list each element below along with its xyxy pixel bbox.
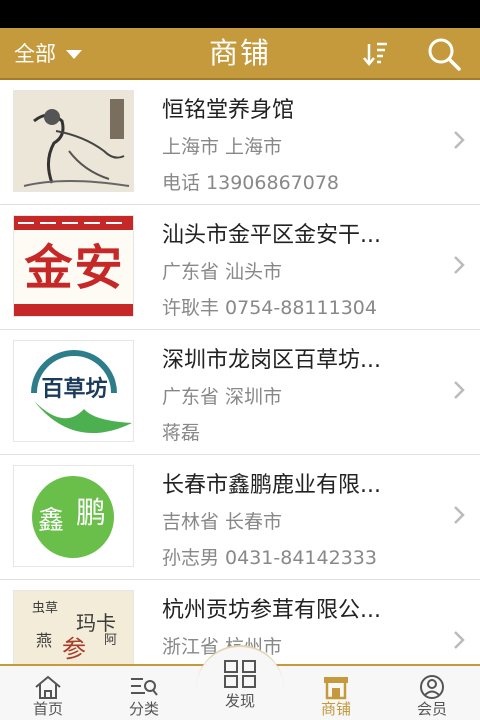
thumb-text: 鹏: [76, 496, 106, 531]
shop-region: 吉林省 长春市: [162, 511, 283, 533]
tab-member[interactable]: 会员: [384, 666, 480, 720]
shop-row[interactable]: 鑫 鹏 长春市鑫鹏鹿业有限... 吉林省 长春市 孙志男 0431-841423…: [0, 455, 480, 580]
shop-name: 长春市鑫鹏鹿业有限...: [162, 473, 381, 498]
shop-contact: 电话 13906867078: [162, 172, 340, 194]
tab-label: 首页: [32, 700, 63, 718]
shop-icon: [324, 677, 348, 700]
thumb-text: 鑫: [38, 506, 65, 536]
shop-name: 恒铭堂养身馆: [162, 98, 295, 123]
shop-name: 杭州贡坊参茸有限公...: [162, 598, 381, 623]
top-bar: 全部 商铺: [0, 28, 480, 80]
status-bar: [0, 0, 480, 28]
thumb-text: 虫草: [32, 601, 59, 616]
thumb-text: 燕: [36, 631, 53, 650]
page-title: 商铺: [208, 36, 271, 70]
shop-thumbnail: 百草坊: [13, 340, 134, 442]
chevron-right-icon: [454, 506, 465, 524]
shop-region: 广东省 汕头市: [162, 261, 283, 283]
shop-row[interactable]: 金安 汕头市金平区金安干... 广东省 汕头市 许耿丰 0754-8811130…: [0, 205, 480, 330]
search-icon[interactable]: [424, 35, 464, 73]
shop-name: 汕头市金平区金安干...: [162, 223, 381, 248]
shop-thumbnail: 鑫 鹏: [13, 465, 134, 567]
chevron-right-icon: [454, 381, 465, 399]
thumb-text: 阿: [104, 633, 118, 648]
tab-label: 分类: [128, 700, 159, 718]
tab-label: 发现: [224, 692, 255, 710]
shop-contact: 孙志男 0431-84142333: [162, 547, 377, 569]
shop-row[interactable]: 百草坊 深圳市龙岗区百草坊... 广东省 深圳市 蒋磊: [0, 330, 480, 455]
category-icon: [131, 678, 158, 696]
shop-region: 广东省 深圳市: [162, 386, 283, 408]
chevron-right-icon: [454, 256, 465, 274]
chevron-right-icon: [454, 631, 465, 649]
tab-category[interactable]: 分类: [96, 666, 192, 720]
shop-region: 上海市 上海市: [162, 136, 283, 158]
tab-home[interactable]: 首页: [0, 666, 96, 720]
sort-icon[interactable]: [360, 38, 392, 70]
shop-row[interactable]: 恒铭堂养身馆 上海市 上海市 电话 13906867078: [0, 80, 480, 205]
tab-shop[interactable]: 商铺: [288, 666, 384, 720]
thumb-text: 参: [62, 635, 86, 663]
shop-thumbnail: [13, 90, 134, 192]
thumb-text: 百草坊: [41, 377, 108, 402]
shop-contact: 蒋磊: [162, 422, 201, 444]
tab-label: 会员: [416, 700, 447, 718]
thumb-text: 金安: [24, 240, 125, 296]
shop-thumbnail: 虫草 玛卡 燕 参 阿: [13, 590, 134, 664]
chevron-right-icon: [454, 131, 465, 149]
grid-icon: [224, 660, 256, 688]
shop-contact: 许耿丰 0754-88111304: [162, 297, 377, 319]
home-icon: [35, 675, 61, 699]
user-icon: [420, 675, 444, 699]
shop-list[interactable]: 恒铭堂养身馆 上海市 上海市 电话 13906867078 金安 汕头市金平区金…: [0, 80, 480, 664]
shop-name: 深圳市龙岗区百草坊...: [162, 348, 381, 373]
shop-thumbnail: 金安: [13, 215, 134, 317]
tab-label: 商铺: [320, 700, 351, 718]
